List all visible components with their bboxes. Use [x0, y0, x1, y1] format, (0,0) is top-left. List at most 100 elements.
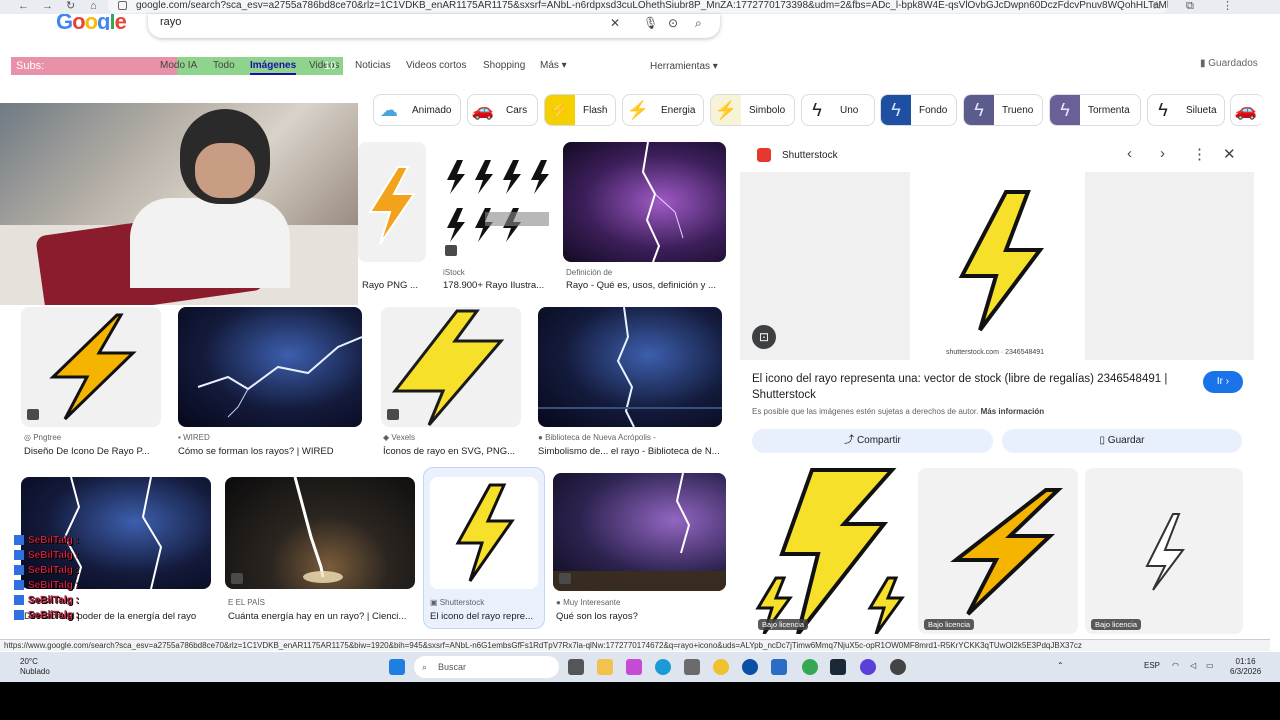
close-icon[interactable]: ✕	[1223, 145, 1236, 163]
result-image-vexels[interactable]	[381, 307, 521, 427]
result-title[interactable]: Cómo se forman los rayos? | WIRED	[178, 446, 362, 457]
tab-shopping[interactable]: Shopping	[483, 60, 525, 71]
more-options-icon[interactable]: ⋮	[1192, 145, 1207, 163]
related-image-2[interactable]: Bajo licencia	[918, 468, 1078, 634]
result-image-istock[interactable]	[439, 142, 549, 262]
forward-icon[interactable]: →	[42, 0, 53, 12]
result-image-rayo-png[interactable]	[358, 142, 426, 262]
saved-link[interactable]: ▮ Guardados	[1200, 58, 1258, 69]
google-logo[interactable]: Google	[56, 14, 126, 30]
tab-images[interactable]: Imágenes	[250, 60, 297, 75]
chrome-icon[interactable]	[713, 659, 729, 675]
site-info-icon[interactable]	[118, 1, 127, 10]
battery-icon[interactable]: ▭	[1206, 661, 1214, 670]
voice-search-icon[interactable]: 🎙	[643, 16, 658, 30]
share-icon: ⤴	[844, 435, 855, 446]
search-query[interactable]: rayo	[160, 16, 181, 28]
home-icon[interactable]: ⌂	[90, 0, 97, 12]
related-image-1[interactable]: Bajo licencia	[752, 468, 912, 634]
go-to-site-button[interactable]: Ir ›	[1203, 371, 1243, 393]
tools-button[interactable]: Herramientas ▾	[650, 61, 718, 72]
result-title[interactable]: 178.900+ Rayo Ilustra...	[443, 280, 549, 291]
result-title[interactable]: Rayo PNG ...	[362, 280, 428, 291]
result-image-definicion[interactable]	[563, 142, 726, 262]
lens-icon[interactable]: ⊙	[668, 16, 678, 30]
bolt-icon: ⚡	[545, 95, 575, 125]
panel-main-image[interactable]	[740, 172, 1254, 360]
tab-ai-mode[interactable]: Modo IA	[160, 60, 197, 71]
hp-icon[interactable]	[742, 659, 758, 675]
clear-icon[interactable]: ✕	[610, 16, 620, 30]
chip-simbolo[interactable]: ⚡ Simbolo	[710, 94, 795, 126]
task-view-icon[interactable]	[568, 659, 584, 675]
chat-message: SeBilTalg :	[14, 595, 124, 610]
share-button[interactable]: ⤴ Compartir	[752, 429, 993, 453]
copyright-notice: Es posible que las imágenes estén sujeta…	[752, 407, 1044, 416]
result-image-muyinteresante[interactable]	[553, 473, 726, 591]
taskbar-search[interactable]: ⌕ Buscar	[414, 656, 559, 678]
back-icon[interactable]: ←	[18, 0, 29, 12]
file-explorer-icon[interactable]	[597, 659, 613, 675]
extensions-icon[interactable]: ⧉	[1186, 0, 1194, 12]
outlook-icon[interactable]	[771, 659, 787, 675]
tab-short-videos[interactable]: Videos cortos	[406, 60, 466, 71]
result-title[interactable]: Simbolismo de... el rayo - Biblioteca de…	[538, 446, 722, 457]
volume-icon[interactable]: ◁	[1190, 661, 1196, 670]
result-title[interactable]: Íconos de rayo en SVG, PNG...	[383, 446, 521, 457]
panel-source[interactable]: Shutterstock	[782, 150, 838, 161]
app-icon[interactable]	[860, 659, 876, 675]
chip-label: Trueno	[1002, 104, 1034, 116]
tab-more[interactable]: Más ▾	[540, 60, 567, 71]
next-icon[interactable]: ›	[1160, 145, 1165, 162]
steam-icon[interactable]	[830, 659, 846, 675]
weather-widget[interactable]: 20°C Nublado	[20, 657, 50, 677]
search-icon[interactable]: ⌕	[695, 16, 702, 31]
browser-toolbar: ← → ↻ ⌂ google.com/search?sca_esv=a2755a…	[0, 0, 1280, 14]
edge-icon[interactable]	[655, 659, 671, 675]
taskbar-clock[interactable]: 01:16 6/3/2026	[1230, 657, 1261, 677]
result-title[interactable]: El icono del rayo repre...	[430, 611, 540, 622]
address-bar[interactable]: google.com/search?sca_esv=a2755a786bd8ce…	[108, 0, 1168, 13]
windows-start-icon[interactable]	[389, 659, 405, 675]
related-image-3[interactable]: Bajo licencia	[1085, 468, 1243, 634]
previous-icon[interactable]: ‹	[1127, 145, 1132, 162]
chrome-active-icon[interactable]	[802, 659, 818, 675]
bookmark-star-icon[interactable]: ☆	[1152, 0, 1162, 12]
tray-chevron-icon[interactable]: ⌃	[1057, 661, 1064, 670]
chip-more[interactable]: 🚗	[1230, 94, 1264, 126]
result-title[interactable]: Qué son los rayos?	[556, 611, 726, 622]
wifi-icon[interactable]: ◠	[1172, 661, 1179, 670]
result-title[interactable]: Rayo - Qué es, usos, definición y ...	[566, 280, 726, 291]
lightning-strike	[553, 473, 726, 591]
chip-trueno[interactable]: ϟ Trueno	[963, 94, 1043, 126]
language-indicator[interactable]: ESP	[1144, 661, 1160, 670]
search-box[interactable]: rayo ✕ 🎙 ⊙ ⌕	[148, 14, 720, 38]
chip-animado[interactable]: ☁ Animado	[373, 94, 461, 126]
result-title[interactable]: Diseño De Icono De Rayo P...	[24, 446, 164, 457]
chip-tormenta[interactable]: ϟ Tormenta	[1049, 94, 1141, 126]
tab-news[interactable]: Noticias	[355, 60, 391, 71]
chip-silueta[interactable]: ϟ Silueta	[1147, 94, 1225, 126]
result-title[interactable]: Cuánta energía hay en un rayo? | Cienci.…	[228, 611, 414, 622]
chip-fondo[interactable]: ϟ Fondo	[880, 94, 957, 126]
result-source: ● Biblioteca de Nueva Acrópolis -	[538, 433, 656, 442]
reload-icon[interactable]: ↻	[66, 0, 75, 12]
tab-all[interactable]: Todo	[213, 60, 235, 71]
result-image-shutterstock[interactable]	[430, 477, 538, 589]
result-image-wired[interactable]	[178, 307, 362, 427]
lens-search-icon[interactable]: ⊡	[752, 325, 776, 349]
chip-energia[interactable]: ⚡ Energia	[622, 94, 704, 126]
store-icon[interactable]	[684, 659, 700, 675]
result-image-elpais[interactable]	[225, 477, 415, 589]
panel-title[interactable]: El icono del rayo representa una: vector…	[752, 371, 1182, 403]
chip-cars[interactable]: 🚗 Cars	[467, 94, 538, 126]
copilot-icon[interactable]	[626, 659, 642, 675]
save-button[interactable]: ▯ Guardar	[1002, 429, 1242, 453]
result-image-acropolis[interactable]	[538, 307, 722, 427]
obs-icon[interactable]	[890, 659, 906, 675]
more-info-link[interactable]: Más información	[981, 407, 1045, 416]
chip-flash[interactable]: ⚡ Flash	[544, 94, 616, 126]
menu-icon[interactable]: ⋮	[1222, 0, 1233, 12]
chip-uno[interactable]: ϟ Uno	[801, 94, 875, 126]
result-image-pngtree[interactable]	[21, 307, 161, 427]
